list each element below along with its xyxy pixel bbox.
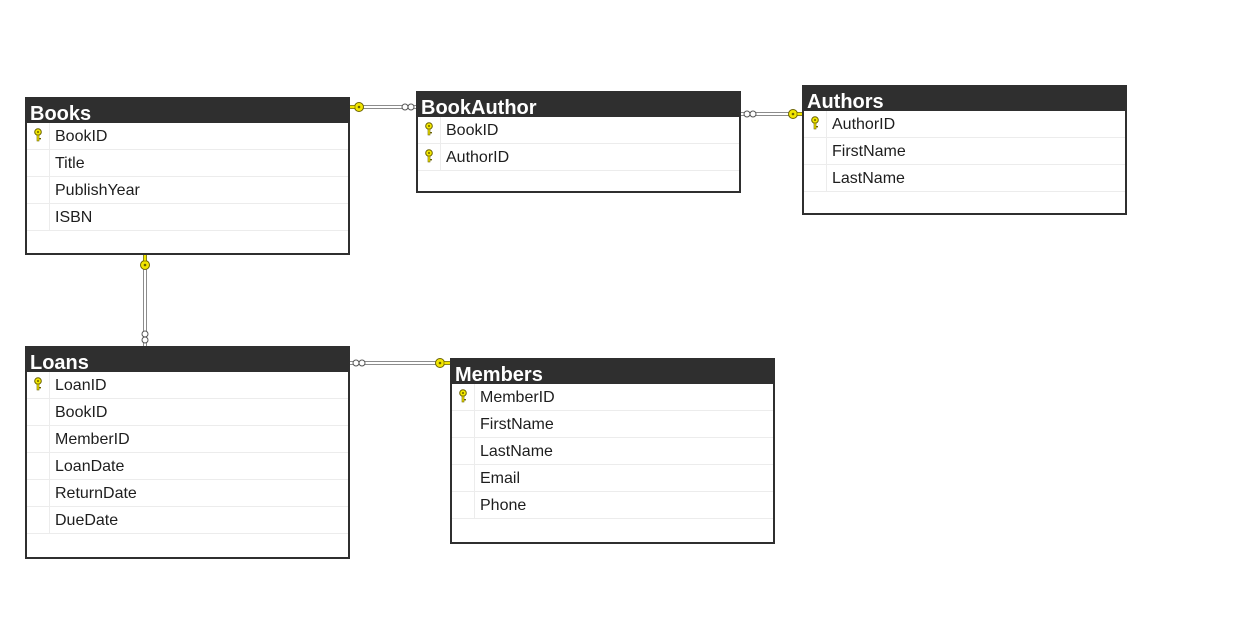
column-row[interactable]: LoanDate xyxy=(27,453,348,480)
column-name: FirstName xyxy=(832,143,906,160)
column-row[interactable]: FirstName xyxy=(804,138,1125,165)
table-title[interactable]: Loans xyxy=(27,348,348,372)
primary-key-icon xyxy=(811,116,819,130)
table-title[interactable]: Books xyxy=(27,99,348,123)
column-list: AuthorID FirstName LastName xyxy=(804,111,1125,192)
column-name: Email xyxy=(480,470,521,487)
table-title[interactable]: BookAuthor xyxy=(418,93,739,117)
column-name: Phone xyxy=(480,497,527,514)
primary-key-icon xyxy=(34,128,42,142)
many-end-infinity-icon xyxy=(141,330,149,344)
one-end-key-icon xyxy=(140,252,150,270)
column-name: AuthorID xyxy=(832,116,896,133)
column-name: BookID xyxy=(446,122,499,139)
relationship-authors-bookauthor xyxy=(741,109,806,119)
column-name: FirstName xyxy=(480,416,554,433)
column-row[interactable]: BookID xyxy=(27,399,348,426)
column-row[interactable]: PublishYear xyxy=(27,177,348,204)
column-row[interactable]: Phone xyxy=(452,492,773,519)
many-end-infinity-icon xyxy=(352,359,366,367)
column-row[interactable]: ISBN xyxy=(27,204,348,231)
column-row[interactable]: MemberID xyxy=(27,426,348,453)
column-row[interactable]: AuthorID xyxy=(418,144,739,171)
primary-key-icon xyxy=(34,377,42,391)
column-name: Title xyxy=(55,155,85,172)
table-books[interactable]: Books BookID Title PublishYear ISBN xyxy=(25,97,350,255)
column-row[interactable]: Email xyxy=(452,465,773,492)
column-name: ISBN xyxy=(55,209,93,226)
column-list: BookID AuthorID xyxy=(418,117,739,171)
table-authors[interactable]: Authors AuthorID FirstName LastName xyxy=(802,85,1127,215)
column-row[interactable]: LastName xyxy=(452,438,773,465)
column-row[interactable]: AuthorID xyxy=(804,111,1125,138)
column-row[interactable]: Title xyxy=(27,150,348,177)
column-row[interactable]: DueDate xyxy=(27,507,348,534)
column-row[interactable]: FirstName xyxy=(452,411,773,438)
column-name: AuthorID xyxy=(446,149,510,166)
table-loans[interactable]: Loans LoanID BookID MemberID LoanDate ReturnD… xyxy=(25,346,350,559)
table-title[interactable]: Members xyxy=(452,360,773,384)
table-members[interactable]: Members MemberID FirstName LastName Email Pho… xyxy=(450,358,775,544)
column-name: PublishYear xyxy=(55,182,140,199)
column-name: LastName xyxy=(480,443,553,460)
column-name: LoanDate xyxy=(55,458,125,475)
relationship-books-loans xyxy=(140,252,150,346)
column-list: BookID Title PublishYear ISBN xyxy=(27,123,348,231)
primary-key-icon xyxy=(425,149,433,163)
er-diagram: Books BookID Title PublishYear ISBN BookAutho… xyxy=(0,0,1236,635)
primary-key-icon xyxy=(425,122,433,136)
column-list: LoanID BookID MemberID LoanDate ReturnDate Du… xyxy=(27,372,348,534)
primary-key-icon xyxy=(459,389,467,403)
many-end-infinity-icon xyxy=(743,110,757,118)
many-end-infinity-icon xyxy=(401,103,415,111)
column-name: BookID xyxy=(55,128,108,145)
column-list: MemberID FirstName LastName Email Phone xyxy=(452,384,773,519)
column-row[interactable]: MemberID xyxy=(452,384,773,411)
column-name: ReturnDate xyxy=(55,485,137,502)
column-name: BookID xyxy=(55,404,108,421)
column-row[interactable]: BookID xyxy=(27,123,348,150)
column-row[interactable]: LastName xyxy=(804,165,1125,192)
table-bookauthor[interactable]: BookAuthor BookID AuthorID xyxy=(416,91,741,193)
relationship-books-bookauthor xyxy=(346,102,416,112)
column-name: MemberID xyxy=(55,431,130,448)
relationship-members-loans xyxy=(350,358,453,368)
column-name: LastName xyxy=(832,170,905,187)
column-row[interactable]: ReturnDate xyxy=(27,480,348,507)
column-name: LoanID xyxy=(55,377,107,394)
column-name: DueDate xyxy=(55,512,119,529)
table-title[interactable]: Authors xyxy=(804,87,1125,111)
column-row[interactable]: BookID xyxy=(418,117,739,144)
column-name: MemberID xyxy=(480,389,555,406)
column-row[interactable]: LoanID xyxy=(27,372,348,399)
